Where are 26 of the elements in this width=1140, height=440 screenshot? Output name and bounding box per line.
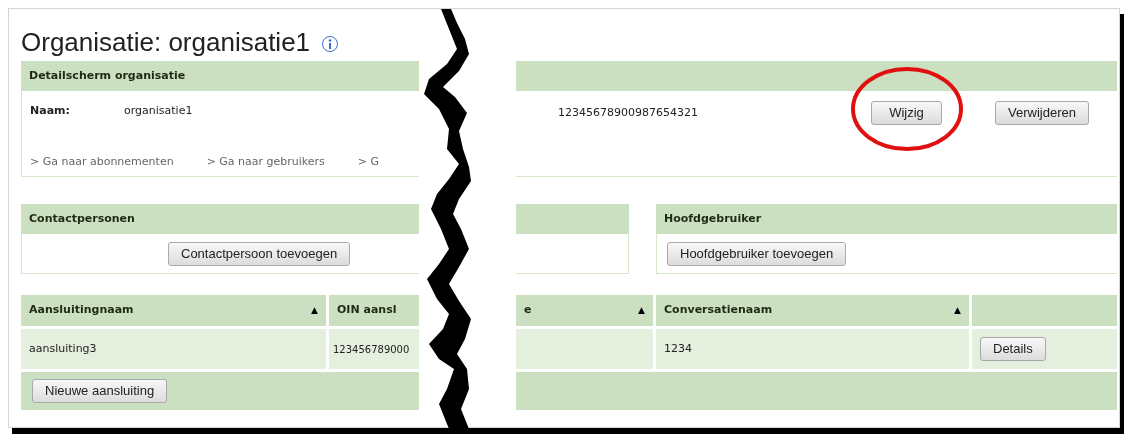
- table-cell: 1234: [656, 329, 969, 369]
- edit-button[interactable]: Wijzig: [871, 101, 942, 125]
- section-header: Hoofdgebruiker: [656, 204, 1117, 234]
- field-label: Naam:: [30, 103, 71, 119]
- column-label: e: [524, 302, 532, 319]
- delete-button[interactable]: Verwijderen: [995, 101, 1089, 125]
- new-connection-button[interactable]: Nieuwe aansluiting: [32, 379, 168, 403]
- navigation-link[interactable]: > Ga naar gebruikers: [206, 153, 325, 170]
- table-cell: 123456789000: [329, 329, 419, 369]
- sort-arrow[interactable]: ▲: [954, 303, 961, 318]
- column-label: Aansluitingnaam: [29, 302, 134, 319]
- field-value: organisatie1: [124, 103, 193, 119]
- add-main-user-button[interactable]: Hoofdgebruiker toevoegen: [667, 241, 847, 266]
- section-header: Contactpersonen: [21, 204, 419, 234]
- section-header: Detailscherm organisatie: [21, 61, 419, 91]
- column-label: Conversatienaam: [664, 302, 773, 319]
- field-value: 12345678900987654321: [558, 104, 699, 121]
- details-button[interactable]: Details: [980, 337, 1046, 361]
- sort-arrow[interactable]: ▲: [311, 303, 318, 318]
- navigation-link[interactable]: > Ga naar abonnementen: [30, 153, 174, 170]
- navigation-link[interactable]: > G: [357, 153, 380, 170]
- add-contact-button[interactable]: Contactpersoon toevoegen: [168, 241, 351, 266]
- sort-arrow[interactable]: ▲: [638, 303, 645, 318]
- table-cell: aansluiting3: [21, 329, 326, 369]
- column-label: OIN aansl: [337, 302, 397, 319]
- page-title: Organisatie: organisatie1: [21, 29, 311, 55]
